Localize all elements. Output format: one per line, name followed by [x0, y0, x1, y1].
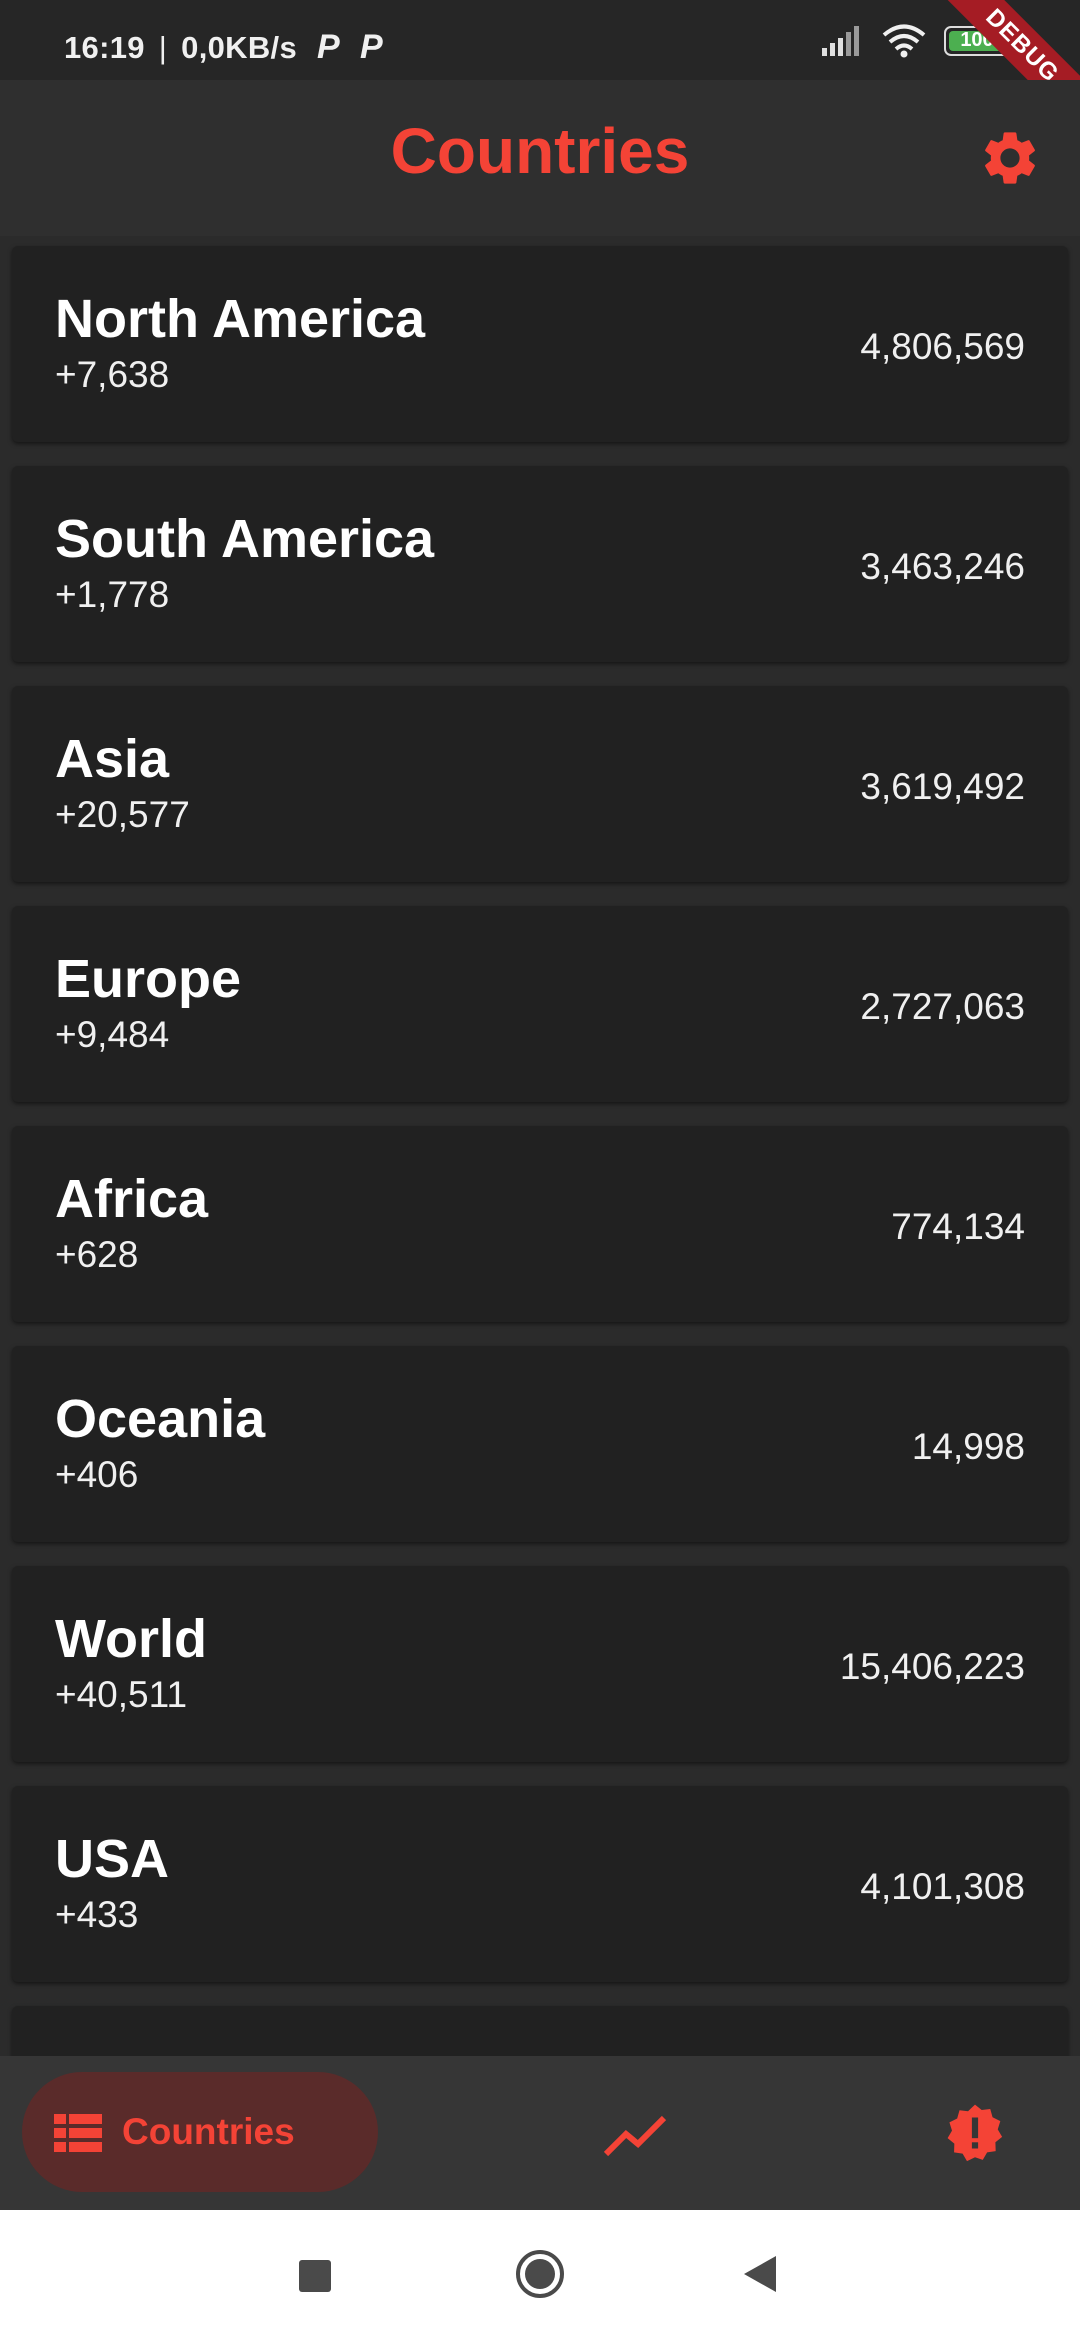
signal-icon	[822, 26, 859, 56]
region-new-cases: +1,778	[55, 574, 170, 615]
settings-button[interactable]	[978, 126, 1042, 190]
region-card-usa[interactable]: USA +433 4,101,308	[12, 1786, 1068, 1982]
region-name: USA	[55, 1829, 170, 1889]
region-new-cases: +40,511	[55, 1674, 188, 1715]
notification-badge-icon: P	[316, 28, 340, 66]
region-name: Asia	[55, 729, 170, 789]
page-title: Countries	[390, 115, 690, 187]
region-total-cases: 3,619,492	[860, 766, 1025, 807]
nav-tab-countries[interactable]: Countries	[22, 2072, 378, 2192]
region-name: North America	[55, 289, 426, 349]
nav-tab-label: Countries	[122, 2111, 295, 2152]
region-total-cases: 4,101,308	[860, 1866, 1025, 1907]
alert-badge-icon	[947, 2104, 1003, 2162]
region-name: Europe	[55, 949, 242, 1009]
wifi-icon	[882, 24, 926, 58]
region-name: Oceania	[55, 1389, 266, 1449]
nav-tab-alerts[interactable]	[944, 2102, 1006, 2164]
region-new-cases: +9,484	[55, 1014, 170, 1055]
app-bar: Countries	[0, 80, 1080, 236]
region-card-europe[interactable]: Europe +9,484 2,727,063	[12, 906, 1068, 1102]
recents-square-icon[interactable]	[299, 2260, 331, 2292]
region-total-cases: 15,406,223	[839, 1646, 1025, 1687]
home-circle-icon[interactable]	[514, 2248, 566, 2300]
region-new-cases: +7,638	[55, 354, 170, 395]
region-new-cases: +628	[55, 1234, 139, 1275]
region-card-africa[interactable]: Africa +628 774,134	[12, 1126, 1068, 1322]
status-time: 16:19	[64, 29, 145, 65]
gear-icon	[985, 132, 1035, 184]
nav-tab-trends[interactable]	[600, 2106, 672, 2160]
region-new-cases: +406	[55, 1454, 139, 1495]
notification-badge-icon: P	[359, 28, 383, 66]
region-total-cases: 3,463,246	[860, 546, 1025, 587]
list-icon	[54, 2114, 102, 2152]
bottom-navigation: Countries	[0, 2056, 1080, 2210]
trending-up-icon	[603, 2115, 667, 2157]
status-bar: 16:19 | 0,0KB/s P P 100 DEBUG	[0, 0, 1080, 145]
region-card-oceania[interactable]: Oceania +406 14,998	[12, 1346, 1068, 1542]
region-name: Africa	[55, 1169, 209, 1229]
region-total-cases: 774,134	[891, 1206, 1025, 1247]
region-new-cases: +20,577	[55, 794, 190, 835]
region-new-cases: +433	[55, 1894, 139, 1935]
region-total-cases: 2,727,063	[860, 986, 1025, 1027]
region-name: South America	[55, 509, 435, 569]
network-speed: 0,0KB/s	[181, 29, 297, 65]
region-name: World	[55, 1609, 207, 1669]
region-card-asia[interactable]: Asia +20,577 3,619,492	[12, 686, 1068, 882]
region-card-world[interactable]: World +40,511 15,406,223	[12, 1566, 1068, 1762]
region-card-north-america[interactable]: North America +7,638 4,806,569	[12, 246, 1068, 442]
status-separator: |	[158, 29, 168, 65]
region-list[interactable]: North America +7,638 4,806,569 South Ame…	[0, 236, 1080, 2056]
status-left: 16:19 | 0,0KB/s P P	[64, 28, 383, 67]
region-total-cases: 4,806,569	[860, 326, 1025, 367]
region-name: Brazil	[55, 2048, 202, 2056]
region-card-south-america[interactable]: South America +1,778 3,463,246	[12, 466, 1068, 662]
back-triangle-icon[interactable]	[742, 2254, 778, 2294]
region-total-cases: 14,998	[911, 1426, 1025, 1467]
region-card-brazil[interactable]: Brazil	[12, 2006, 1068, 2056]
system-navigation-bar	[0, 2210, 1080, 2340]
